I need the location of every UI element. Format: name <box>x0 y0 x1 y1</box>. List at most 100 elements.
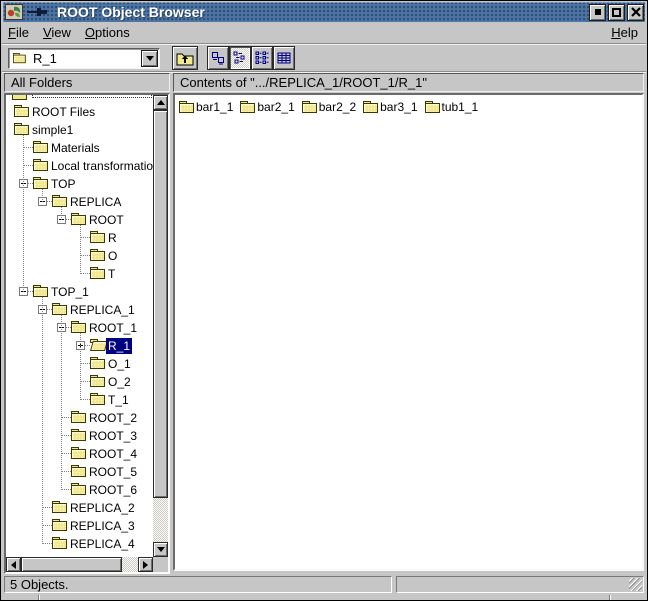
contents-list: bar1_1 bar2_1 bar2_2 bar3_1 tub1_1 <box>175 95 642 119</box>
tree-item-label[interactable]: ROOT_4 <box>87 446 139 462</box>
up-one-level-button[interactable] <box>172 46 198 70</box>
menu-item-file[interactable]: File <box>8 25 29 40</box>
tree-item-label[interactable]: O_2 <box>106 374 133 390</box>
tree-item-local-transformations[interactable]: Local transformations <box>6 157 153 175</box>
tree-item-replica[interactable]: REPLICA <box>6 193 153 211</box>
menu-item-options[interactable]: Options <box>85 25 130 40</box>
tree-item-label[interactable]: T <box>106 266 117 282</box>
tree-item-materials[interactable]: Materials <box>6 139 153 157</box>
tree-item-label[interactable]: Materials <box>49 140 102 156</box>
contents-item-bar1_1[interactable]: bar1_1 <box>179 100 233 114</box>
tree-item-simple1[interactable]: simple1 <box>6 121 153 139</box>
big-icons-icon <box>211 51 225 65</box>
tree-item-label[interactable]: ROOT_5 <box>87 464 139 480</box>
pin-icon[interactable] <box>27 6 49 18</box>
tree-item-label[interactable]: REPLICA_1 <box>68 302 137 318</box>
close-button[interactable] <box>627 4 644 21</box>
tree-item-label[interactable]: REPLICA_4 <box>68 536 137 552</box>
tree-item-label[interactable]: ROOT <box>87 212 126 228</box>
tree-item-top[interactable]: TOP <box>6 175 153 193</box>
folder-icon <box>71 321 87 334</box>
tree-item-root-files[interactable]: ROOT Files <box>6 103 153 121</box>
resize-grip[interactable] <box>629 578 642 591</box>
details-view-icon <box>277 51 291 65</box>
status-message: 5 Objects. <box>4 576 392 593</box>
contents-item-label[interactable]: bar2_1 <box>257 100 294 114</box>
titlebar[interactable]: ROOT Object Browser <box>3 2 645 22</box>
tree-connector <box>61 489 71 490</box>
contents-item-bar3_1[interactable]: bar3_1 <box>363 100 417 114</box>
tree-item-root-3[interactable]: ROOT_3 <box>6 427 153 445</box>
contents-item-label[interactable]: bar2_2 <box>319 100 356 114</box>
tree-item-label[interactable]: simple1 <box>30 122 75 138</box>
folder-icon <box>71 429 87 442</box>
tree-vertical-scrollbar[interactable] <box>153 95 168 557</box>
minimize-button[interactable] <box>589 4 606 21</box>
tree-item-label[interactable]: REPLICA_2 <box>68 500 137 516</box>
tree-item-label[interactable]: R <box>106 230 119 246</box>
folder-icon <box>90 249 106 262</box>
tree-item-label[interactable]: ROOT_6 <box>87 482 139 498</box>
folder-icon <box>52 537 68 550</box>
contents-item-bar2_2[interactable]: bar2_2 <box>302 100 356 114</box>
scroll-left-button[interactable] <box>6 557 21 572</box>
folder-icon <box>52 303 68 316</box>
menu-item-view[interactable]: View <box>43 25 71 40</box>
small-icons-button[interactable] <box>229 46 251 70</box>
tree-connector <box>23 147 33 148</box>
frame-handle-divider <box>38 595 39 601</box>
tree-item-label[interactable]: R_1 <box>106 338 132 354</box>
scroll-up-button[interactable] <box>153 95 168 110</box>
combobox-dropdown-button[interactable] <box>141 50 158 67</box>
tree-item-root-2[interactable]: ROOT_2 <box>6 409 153 427</box>
tree-item-label[interactable]: TOP_1 <box>49 284 91 300</box>
tree-item-label[interactable]: ROOT_1 <box>87 320 139 336</box>
contents-item-label[interactable]: bar3_1 <box>380 100 417 114</box>
tree-item-label[interactable]: ROOT_2 <box>87 410 139 426</box>
tree-item-label[interactable]: TOP <box>49 176 77 192</box>
tree-horizontal-scrollbar[interactable] <box>6 557 153 572</box>
tree-item-label[interactable]: Local transformations <box>49 158 153 174</box>
arrow-right-icon <box>143 561 148 569</box>
tree-item-replica-1[interactable]: REPLICA_1 <box>6 301 153 319</box>
tree-item-root-6[interactable]: ROOT_6 <box>6 481 153 499</box>
list-view-button[interactable] <box>251 46 273 70</box>
tree-item-replica-3[interactable]: REPLICA_3 <box>6 517 153 535</box>
folder-icon <box>33 177 49 190</box>
tree-item-replica-4[interactable]: REPLICA_4 <box>6 535 153 553</box>
tree-item-label[interactable]: O <box>106 248 119 264</box>
maximize-button[interactable] <box>608 4 625 21</box>
path-combobox[interactable]: R_1 <box>8 48 160 69</box>
contents-item-bar2_1[interactable]: bar2_1 <box>240 100 294 114</box>
menu-item-help[interactable]: Help <box>611 25 638 40</box>
tree-item-top-1[interactable]: TOP_1 <box>6 283 153 301</box>
tree-item-label[interactable]: ROOT_3 <box>87 428 139 444</box>
contents-item-label[interactable]: tub1_1 <box>442 100 479 114</box>
tree-connector <box>23 165 33 166</box>
folder-icon <box>71 411 87 424</box>
contents-panel[interactable]: bar1_1 bar2_1 bar2_2 bar3_1 tub1_1 <box>173 93 644 571</box>
tree-item-label[interactable]: REPLICA_3 <box>68 518 137 534</box>
tree-item-label[interactable]: O_1 <box>106 356 133 372</box>
path-combobox-value: R_1 <box>33 51 57 66</box>
scroll-right-button[interactable] <box>138 557 153 572</box>
folder-icon <box>90 231 106 244</box>
scroll-down-button[interactable] <box>153 542 168 557</box>
contents-item-tub1_1[interactable]: tub1_1 <box>425 100 479 114</box>
big-icons-button[interactable] <box>207 46 229 70</box>
tree-item-label[interactable]: T_1 <box>106 392 131 408</box>
tree-item-root-5[interactable]: ROOT_5 <box>6 463 153 481</box>
tree-item-label[interactable]: ROOT Files <box>30 104 97 120</box>
contents-item-label[interactable]: bar1_1 <box>196 100 233 114</box>
horizontal-scrollbar-thumb[interactable] <box>21 557 122 572</box>
tree-connector <box>61 315 62 490</box>
tree-item-replica-2[interactable]: REPLICA_2 <box>6 499 153 517</box>
tree-item-root-4[interactable]: ROOT_4 <box>6 445 153 463</box>
folder-icon <box>33 159 49 172</box>
vertical-scrollbar-thumb[interactable] <box>153 110 168 498</box>
details-view-button[interactable] <box>273 46 295 70</box>
tree-item-label[interactable]: REPLICA <box>68 194 123 210</box>
folder-tree[interactable]: ROOT Files simple1 Materials Local transfor… <box>6 95 153 557</box>
folder-icon <box>90 375 106 388</box>
toolbar: R_1 <box>2 45 646 72</box>
